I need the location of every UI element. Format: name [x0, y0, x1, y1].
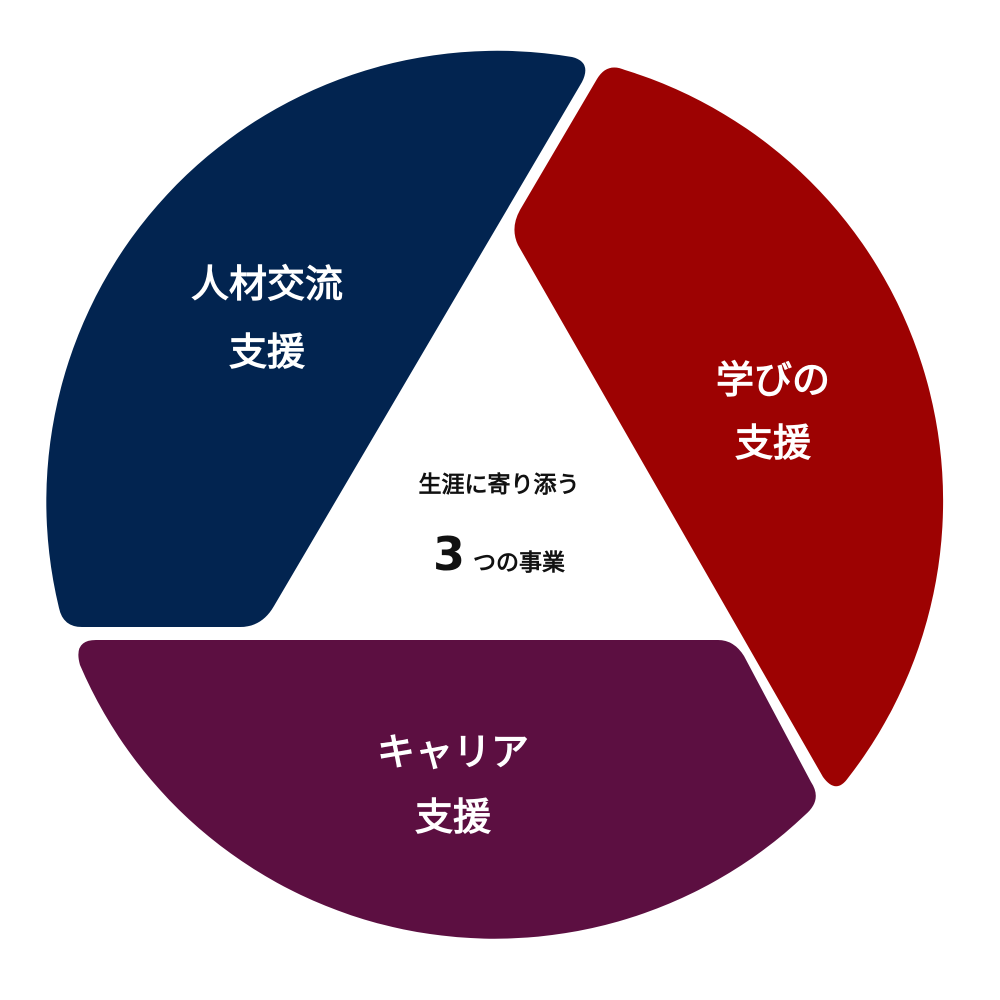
segment-jinzai-koryu [46, 50, 586, 627]
center-suffix: つの事業 [473, 549, 566, 576]
business-cycle-diagram: 人材交流 支援 学びの 支援 キャリア 支援 生涯に寄り添う 3 つの事業 [46, 50, 944, 939]
segment-manabi-label-line1: 学びの [716, 358, 830, 402]
center-number: 3 [433, 527, 465, 581]
segment-jinzai-label-line2: 支援 [229, 330, 306, 374]
segment-career [78, 640, 816, 939]
segment-manabi-label-line2: 支援 [735, 421, 812, 465]
center-caption: 3 つの事業 [433, 527, 566, 581]
center-tagline: 生涯に寄り添う [419, 471, 580, 498]
segment-jinzai-label-line1: 人材交流 [191, 262, 343, 306]
segment-career-label-line2: 支援 [415, 795, 492, 839]
segment-career-label-line1: キャリア [377, 730, 529, 774]
